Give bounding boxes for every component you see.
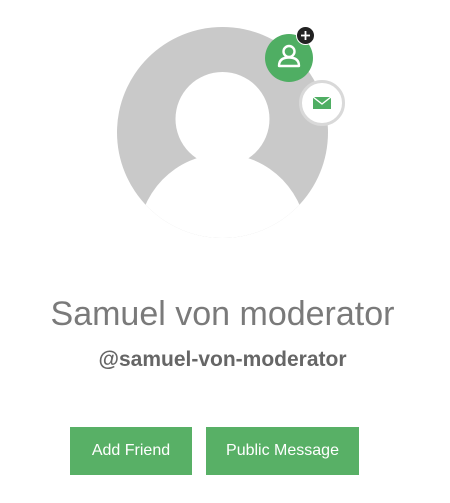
plus-icon[interactable] [296,26,315,45]
public-message-button[interactable]: Public Message [206,427,359,475]
profile-card: Samuel von moderator @samuel-von-moderat… [0,0,450,503]
profile-display-name: Samuel von moderator [50,295,395,333]
message-badge[interactable] [299,80,345,126]
envelope-icon [312,96,332,109]
profile-username: @samuel-von-moderator [98,348,347,371]
plus-glyph-icon [301,31,310,40]
add-friend-button[interactable]: Add Friend [70,427,192,475]
